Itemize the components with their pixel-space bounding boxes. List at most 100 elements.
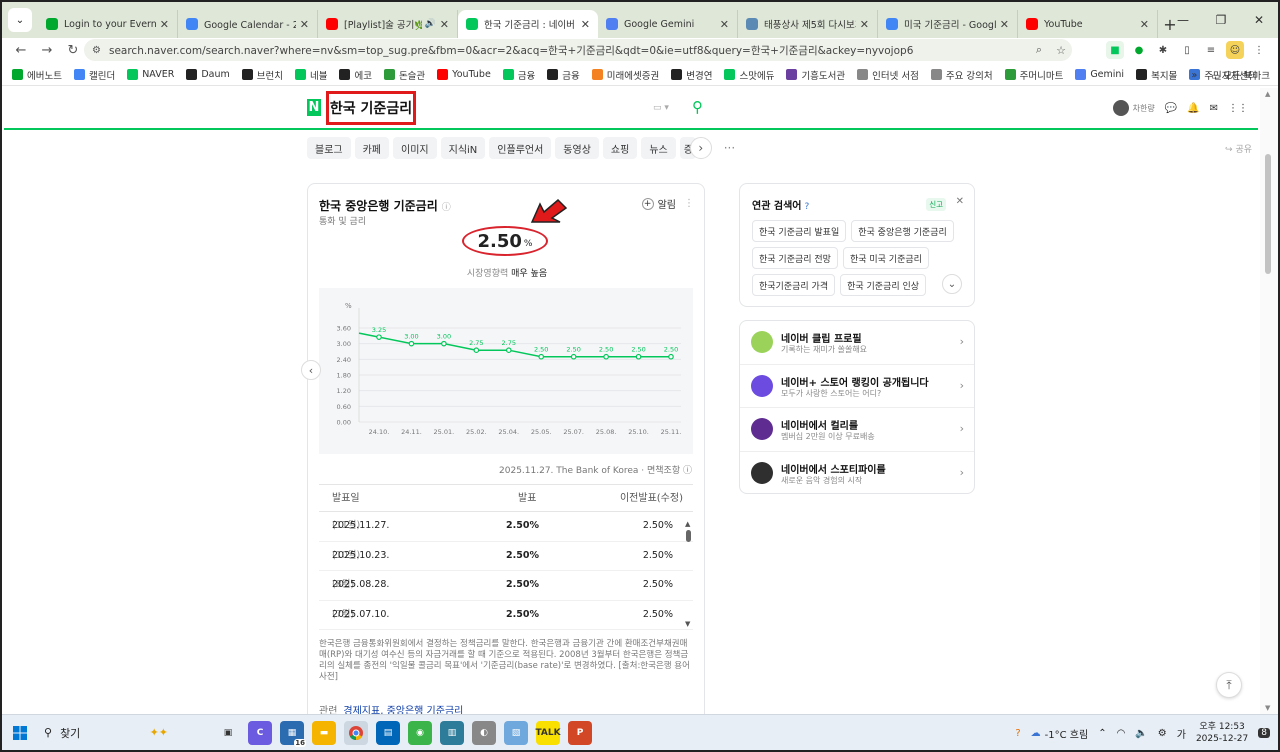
forward-icon[interactable]: → xyxy=(34,43,60,58)
tray-chevron-icon[interactable]: ⌃ xyxy=(1098,728,1106,739)
tab-search-icon[interactable]: ⌄ xyxy=(8,8,32,32)
mail-icon[interactable]: ✉ xyxy=(1210,103,1218,114)
back-to-top-icon[interactable]: ⤒ xyxy=(1216,672,1242,698)
address-bar[interactable]: ⚙ search.naver.com/search.naver?where=nv… xyxy=(84,39,1072,61)
related-search-chip[interactable]: 한국 중앙은행 기준금리 xyxy=(851,220,954,242)
speaker-icon[interactable]: 🔊 xyxy=(425,19,436,29)
browser-tab[interactable]: 미국 기준금리 - Google ✕ xyxy=(878,10,1018,38)
help-icon[interactable]: ? xyxy=(804,202,809,212)
category-tab[interactable]: 동영상 xyxy=(555,137,599,159)
category-tab[interactable]: 지식iN xyxy=(440,137,486,159)
bookmark-item[interactable]: 미래에셋증권 xyxy=(591,68,659,82)
clock[interactable]: 오후 12:53 2025-12-27 xyxy=(1196,721,1248,745)
bookmark-item[interactable]: 복지몰 xyxy=(1136,68,1177,82)
search-query-input[interactable]: 한국 기준금리 xyxy=(326,91,416,125)
browser-tab[interactable]: [Playlist]술 공기🌿가🔊 ✕ xyxy=(318,10,458,38)
bookmark-item[interactable]: YouTube xyxy=(437,69,491,80)
more-icon[interactable]: ⋮ xyxy=(684,198,694,209)
category-tab[interactable]: 쇼핑 xyxy=(602,137,638,159)
close-tab-icon[interactable]: ✕ xyxy=(160,18,169,31)
sidepanel-icon[interactable]: ▯ xyxy=(1178,41,1196,59)
bookmark-item[interactable]: 금융 xyxy=(502,68,535,82)
page-scrollbar[interactable]: ▲ ▼ xyxy=(1260,88,1278,714)
apps-grid-icon[interactable]: ⋮⋮ xyxy=(1228,103,1248,114)
bookmark-item[interactable]: 금융 xyxy=(547,68,580,82)
close-tab-icon[interactable]: ✕ xyxy=(1000,18,1009,31)
browser-tab[interactable]: Google Gemini ✕ xyxy=(598,10,738,38)
back-icon[interactable]: ← xyxy=(8,43,34,58)
bookmark-item[interactable]: 스맛에듀 xyxy=(724,68,774,82)
category-tab[interactable]: 인플루언서 xyxy=(489,137,552,159)
calendar-app-icon[interactable]: 16 ▦ xyxy=(280,720,306,747)
bookmark-item[interactable]: 브런치 xyxy=(241,68,283,82)
bookmark-star-icon[interactable]: ☆ xyxy=(1050,44,1072,57)
bookmark-item[interactable]: 돈슬관 xyxy=(383,68,425,82)
category-tab[interactable]: 블로그 xyxy=(307,137,351,159)
alarm-button[interactable]: + 알림 ⋮ xyxy=(641,196,694,211)
bookmark-item[interactable]: NAVER xyxy=(127,69,174,80)
disclaimer-link[interactable]: 면책조항 xyxy=(647,466,680,476)
bookmark-item[interactable]: 변경연 xyxy=(671,68,712,82)
more-bookmarks-icon[interactable]: » xyxy=(1191,70,1197,81)
zoom-icon[interactable]: ⌕ xyxy=(1028,43,1050,57)
bookmark-item[interactable]: 주요 강의처 xyxy=(930,68,993,82)
app-icon[interactable]: ◐ xyxy=(472,720,496,745)
related-search-chip[interactable]: 한국 기준금리 전망 xyxy=(752,247,838,269)
bookmark-item[interactable]: 에코 xyxy=(339,68,372,82)
browser-tab[interactable]: Google Calendar - 2026년 ✕ xyxy=(178,10,318,38)
related-search-chip[interactable]: 한국기준금리 가격 xyxy=(752,274,836,296)
bookmark-item[interactable]: 기흥도서관 xyxy=(786,68,845,82)
category-more-icon[interactable]: ··· xyxy=(724,141,735,155)
powerpoint-icon[interactable]: P xyxy=(568,720,592,745)
chrome-icon[interactable] xyxy=(344,720,368,745)
menu-icon[interactable]: ⋮ xyxy=(1250,41,1268,59)
chart-prev-icon[interactable]: ‹ xyxy=(301,360,321,380)
promo-item[interactable]: 네이버에서 컬리를 멤버십 2만원 이상 무료배송 › xyxy=(740,408,974,452)
restore-icon[interactable]: ❐ xyxy=(1202,2,1240,38)
category-tab[interactable]: 카페 xyxy=(354,137,390,159)
kakaotalk-icon[interactable]: TALK xyxy=(535,720,561,745)
file-explorer-icon[interactable]: ▬ xyxy=(312,720,336,745)
all-bookmarks-button[interactable]: ▭ 모든 북마크 xyxy=(1211,68,1270,82)
search-icon[interactable]: ⚲ xyxy=(692,98,703,116)
media-icon[interactable]: ≡ xyxy=(1202,41,1220,59)
notification-icon[interactable]: 8 xyxy=(1258,728,1270,738)
extension-icon[interactable]: ■ xyxy=(1106,41,1124,59)
notes-app-icon[interactable]: ▥ xyxy=(440,720,464,745)
related-search-chip[interactable]: 한국 미국 기준금리 xyxy=(842,247,929,269)
table-scrollbar[interactable]: ▲ ▼ xyxy=(685,520,692,628)
close-tab-icon[interactable]: ✕ xyxy=(440,18,449,31)
bell-icon[interactable]: 🔔 xyxy=(1187,103,1199,114)
naver-logo[interactable]: N xyxy=(307,99,321,116)
wifi-icon[interactable]: ◠ xyxy=(1117,728,1126,739)
taskbar-search[interactable]: ⚲ 찾기 ✦✦ xyxy=(38,721,168,745)
share-button[interactable]: ↪ 공유 xyxy=(1225,142,1252,155)
promo-item[interactable]: 네이버 클립 프로필 기록하는 재미가 쏠쏠해요 › xyxy=(740,321,974,365)
reload-icon[interactable]: ↻ xyxy=(60,43,86,58)
category-next-icon[interactable]: › xyxy=(689,137,712,159)
category-tab[interactable]: 이미지 xyxy=(393,137,437,159)
profile-avatar-icon[interactable]: ☺ xyxy=(1226,41,1244,59)
store-icon[interactable]: ▤ xyxy=(376,720,400,745)
onenote-icon[interactable]: ▧ xyxy=(504,720,528,745)
bookmark-item[interactable]: 인터넷 서점 xyxy=(857,68,919,82)
page-scroll-up-icon[interactable]: ▲ xyxy=(1265,90,1270,98)
related-search-chip[interactable]: 한국 기준금리 인상 xyxy=(840,274,927,296)
volume-icon[interactable]: 🔈 xyxy=(1135,728,1147,739)
user-menu[interactable]: 차한량 xyxy=(1112,100,1155,116)
extensions-puzzle-icon[interactable]: ✱ xyxy=(1154,41,1172,59)
browser-tab[interactable]: YouTube ✕ xyxy=(1018,10,1158,38)
scroll-thumb[interactable] xyxy=(686,530,691,542)
info-icon[interactable]: ⓘ xyxy=(442,203,451,213)
bookmark-item[interactable]: 주머니마트 xyxy=(1004,68,1063,82)
settings-gear-icon[interactable]: ⚙ xyxy=(1158,728,1167,739)
close-tab-icon[interactable]: ✕ xyxy=(1140,18,1149,31)
talk-icon[interactable]: 💬 xyxy=(1165,103,1177,114)
close-tab-icon[interactable]: ✕ xyxy=(300,18,309,31)
chevron-down-icon[interactable]: ⌄ xyxy=(942,274,962,294)
windows-start-icon[interactable] xyxy=(2,715,38,751)
promo-item[interactable]: 네이버에서 스포티파이를 새로운 음악 경험의 시작 › xyxy=(740,452,974,494)
minimize-icon[interactable]: — xyxy=(1164,2,1202,38)
bookmark-item[interactable]: 캘린더 xyxy=(73,68,115,82)
browser-tab[interactable]: Login to your Evernote a ✕ xyxy=(38,10,178,38)
